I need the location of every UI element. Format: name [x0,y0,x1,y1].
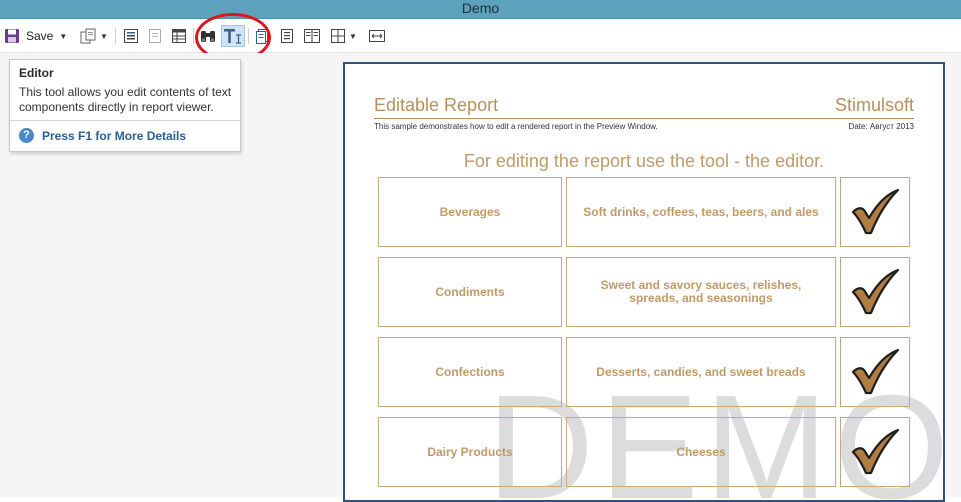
category-row: Dairy Products Cheeses [378,417,912,487]
bookmarks-icon [124,29,138,43]
checkmark-icon [851,188,900,235]
export-dropdown-caret[interactable]: ▼ [100,32,108,41]
toolbar-separator [248,28,249,44]
checkmark-icon [851,348,900,395]
toolbar: Save ▼ ▼ ▼ [0,19,961,53]
tooltip-help: ? Press F1 for More Details [19,128,186,143]
category-row: Confections Desserts, candies, and sweet… [378,337,912,407]
checkmark-cell [840,337,910,407]
page-width-icon [369,30,385,42]
checkmark-cell [840,177,910,247]
multiple-pages-button[interactable]: ▼ [330,26,357,46]
report-description: This sample demonstrates how to edit a r… [374,122,658,131]
two-pages-button[interactable] [303,26,321,46]
category-row: Beverages Soft drinks, coffees, teas, be… [378,177,912,247]
checkmark-icon [851,268,900,315]
save-button[interactable]: Save ▼ [4,26,67,46]
save-label: Save [26,29,54,43]
thumbnails-icon [172,29,186,43]
text-editor-icon [224,29,241,44]
binoculars-icon [201,31,215,42]
tooltip-title: Editor [19,66,54,80]
thumbnails-button[interactable] [171,26,187,46]
report-company: Stimulsoft [834,95,914,115]
help-label: Press F1 for More Details [42,128,187,143]
parameters-icon [149,29,161,43]
category-description[interactable]: Soft drinks, coffees, teas, beers, and a… [566,177,836,247]
category-description[interactable]: Sweet and savory sauces, relishes, sprea… [566,257,836,327]
bookmarks-button[interactable] [123,26,139,46]
save-icon [5,29,19,43]
category-name[interactable]: Condiments [378,257,562,327]
help-icon: ? [19,128,34,143]
category-name[interactable]: Beverages [378,177,562,247]
save-dropdown-caret[interactable]: ▼ [59,32,67,41]
single-page-button[interactable] [254,26,270,46]
export-icon [80,28,96,44]
tooltip-divider [10,120,240,121]
export-button[interactable]: ▼ [80,26,108,46]
multiple-pages-icon [331,29,345,43]
category-name[interactable]: Dairy Products [378,417,562,487]
two-pages-icon [304,29,320,43]
toolbar-separator [193,28,194,44]
find-button[interactable] [199,26,217,46]
header-rule [374,118,914,119]
report-page: DEMO Editable Report Stimulsoft This sam… [343,62,945,502]
report-title: Editable Report [374,95,499,115]
editor-button[interactable] [221,25,245,47]
toolbar-separator [115,28,116,44]
pages-dropdown-caret[interactable]: ▼ [349,32,357,41]
page-icon [256,29,268,44]
checkmark-cell [840,417,910,487]
report-date: Date: Август 2013 [848,122,914,131]
category-name[interactable]: Confections [378,337,562,407]
page-width-button[interactable] [368,26,386,46]
report-heading: For editing the report use the tool - th… [463,151,825,171]
tooltip-description: This tool allows you edit contents of te… [19,85,232,114]
category-description[interactable]: Cheeses [566,417,836,487]
parameters-button[interactable] [147,26,163,46]
continuous-page-button[interactable] [279,26,295,46]
checkmark-icon [851,428,900,475]
category-description[interactable]: Desserts, candies, and sweet breads [566,337,836,407]
continuous-page-icon [281,29,293,43]
category-row: Condiments Sweet and savory sauces, reli… [378,257,912,327]
editor-tooltip: Editor This tool allows you edit content… [9,59,241,152]
window-title: Demo [0,0,961,19]
checkmark-cell [840,257,910,327]
